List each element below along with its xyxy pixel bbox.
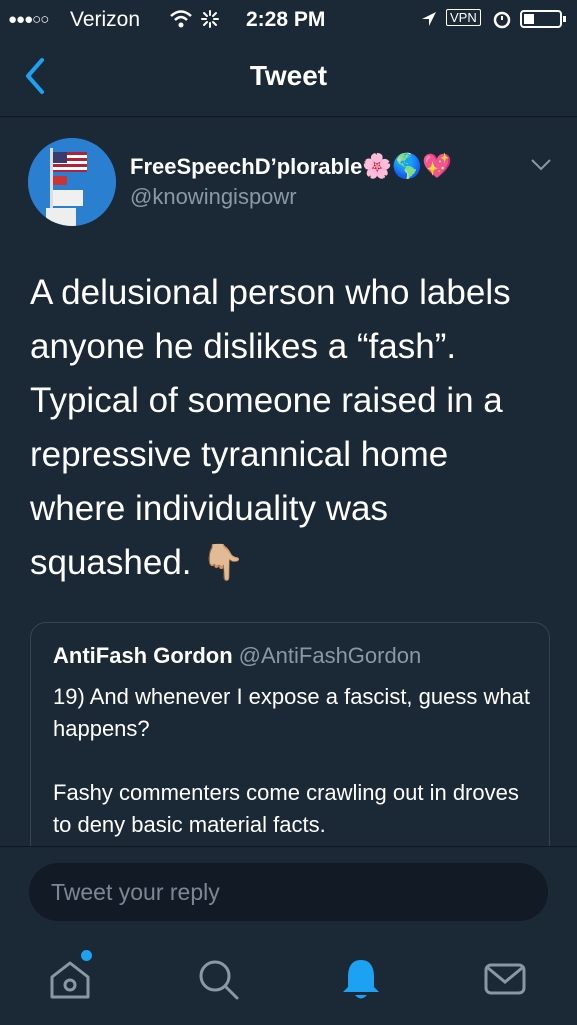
author-name[interactable]: FreeSpeechD’plorable🌸🌎💖 xyxy=(130,152,452,181)
clock: 2:28 PM xyxy=(246,8,326,31)
battery-icon xyxy=(520,10,566,28)
notification-dot xyxy=(81,950,92,961)
avatar[interactable] xyxy=(28,138,116,226)
quoted-tweet[interactable]: AntiFash Gordon @AntiFashGordon 19) And w… xyxy=(30,622,550,884)
wifi-icon xyxy=(170,10,192,28)
flag-photo-icon xyxy=(28,138,116,226)
loading-spinner-icon xyxy=(201,10,219,28)
notifications-icon[interactable] xyxy=(337,955,385,1003)
reply-input[interactable]: Tweet your reply xyxy=(29,863,548,921)
author-emojis: 🌸🌎💖 xyxy=(362,153,452,180)
quoted-tweet-header: AntiFash Gordon @AntiFashGordon xyxy=(53,643,421,669)
chevron-down-icon[interactable] xyxy=(530,158,552,172)
quoted-tweet-text: 19) And whenever I expose a fascist, gue… xyxy=(53,684,530,837)
page-title: Tweet xyxy=(249,60,328,91)
tweet-text: A delusional person who labels anyone he… xyxy=(30,273,511,582)
alarm-icon xyxy=(493,11,511,29)
search-icon[interactable] xyxy=(194,955,242,1003)
location-arrow-icon xyxy=(422,12,436,26)
quoted-author-name: AntiFash Gordon xyxy=(53,643,233,668)
navigation-bar: Tweet xyxy=(0,38,577,117)
quoted-author-handle: @AntiFashGordon xyxy=(238,643,422,668)
author-handle[interactable]: @knowingispowr xyxy=(130,184,297,210)
status-bar: ●●●○○ Verizon 2:28 PM VPN xyxy=(0,0,577,38)
signal-strength: ●●●○○ xyxy=(8,11,49,28)
carrier-name: Verizon xyxy=(70,8,141,31)
author-name-text: FreeSpeechD’plorable xyxy=(130,154,363,179)
messages-icon[interactable] xyxy=(481,955,529,1003)
bottom-bar: Tweet your reply xyxy=(0,846,577,1025)
vpn-badge: VPN xyxy=(446,9,481,26)
home-icon[interactable] xyxy=(46,955,94,1003)
